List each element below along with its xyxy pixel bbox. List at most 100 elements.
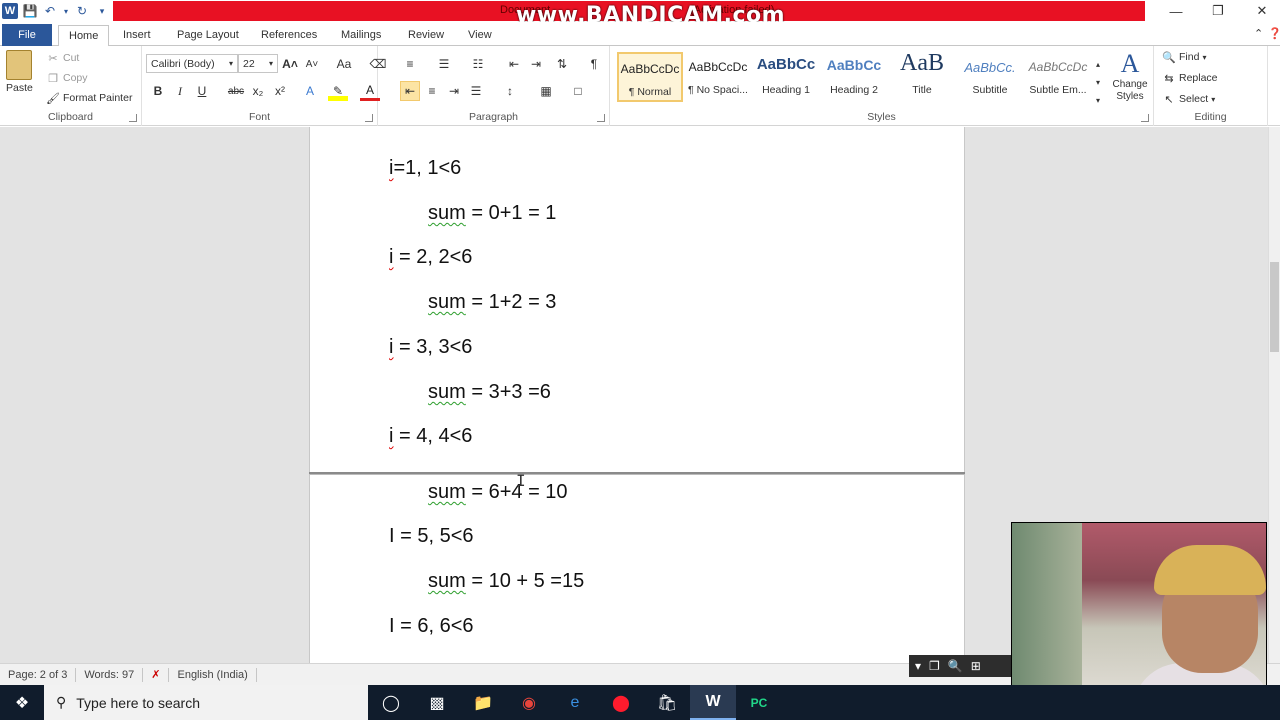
redo-icon[interactable]: ↻ <box>74 3 90 19</box>
tab-home[interactable]: Home <box>58 25 110 47</box>
shading-icon[interactable]: ▦ <box>536 81 556 101</box>
grow-font-button[interactable]: A˄ <box>280 54 300 74</box>
styles-scroll-down-icon[interactable]: ▾ <box>1092 72 1104 92</box>
opera-icon[interactable]: ⬤ <box>598 685 644 720</box>
justify-icon[interactable]: ☰ <box>466 81 486 101</box>
cmd-icon[interactable]: ▩ <box>414 685 460 720</box>
word-count[interactable]: Words: 97 <box>76 667 144 682</box>
pycharm-icon[interactable]: PC <box>736 685 782 720</box>
document-line[interactable]: i = 2, 2<6 <box>389 246 472 269</box>
change-case-button[interactable]: Aa <box>330 54 358 74</box>
style-no-spacing[interactable]: AaBbCcDc ¶ No Spaci... <box>685 52 751 102</box>
font-color-button[interactable]: A <box>360 81 380 101</box>
file-explorer-icon[interactable]: 📁 <box>460 685 506 720</box>
document-line[interactable]: i=1, 1<6 <box>389 157 461 180</box>
styles-scroll-up-icon[interactable]: ▴ <box>1092 54 1104 74</box>
customize-qat-icon[interactable]: ▾ <box>94 3 110 19</box>
word-icon[interactable]: W <box>690 685 736 720</box>
strikethrough-button[interactable]: abc <box>224 81 248 101</box>
document-line[interactable]: sum = 10 + 5 =15 <box>428 570 584 593</box>
numbering-icon[interactable]: ☰ <box>434 54 454 74</box>
windows-start-icon[interactable]: ❖ <box>0 685 44 720</box>
close-button[interactable]: ✕ <box>1240 0 1280 22</box>
text-effects-icon[interactable]: A <box>300 81 320 101</box>
font-size-select[interactable]: 22 ▾ <box>238 54 278 73</box>
style-subtitle[interactable]: AaBbCc. Subtitle <box>957 52 1023 102</box>
document-line[interactable]: sum = 1+2 = 3 <box>428 291 556 314</box>
vertical-scrollbar[interactable] <box>1268 127 1280 663</box>
decrease-indent-icon[interactable]: ⇤ <box>504 54 524 74</box>
chrome-icon[interactable]: ◉ <box>506 685 552 720</box>
tab-insert[interactable]: Insert <box>113 25 161 46</box>
align-left-icon[interactable]: ⇤ <box>400 81 420 101</box>
clipboard-launcher-icon[interactable] <box>129 114 137 122</box>
word-logo-icon[interactable]: W <box>2 3 18 19</box>
subscript-button[interactable]: x₂ <box>248 81 268 101</box>
select-button[interactable]: ↖ Select ▾ <box>1162 92 1215 106</box>
help-icon[interactable]: ❓ <box>1258 24 1280 45</box>
document-line[interactable]: sum = 0+1 = 1 <box>428 202 556 225</box>
italic-button[interactable]: I <box>170 81 190 101</box>
highlight-icon[interactable]: ✎ <box>328 81 348 101</box>
bold-button[interactable]: B <box>148 81 168 101</box>
replace-button[interactable]: ⇆ Replace <box>1162 71 1217 85</box>
cortana-icon[interactable]: ◯ <box>368 685 414 720</box>
tab-file[interactable]: File <box>2 24 52 46</box>
tab-mailings[interactable]: Mailings <box>331 25 391 46</box>
tab-review[interactable]: Review <box>398 25 454 46</box>
find-button[interactable]: 🔍 Find ▾ <box>1162 50 1206 64</box>
align-right-icon[interactable]: ⇥ <box>444 81 464 101</box>
document-line[interactable]: I = 6, 6<6 <box>389 615 474 638</box>
align-center-icon[interactable]: ≡ <box>422 81 442 101</box>
dropdown-icon[interactable]: ▾ <box>62 3 70 19</box>
document-line[interactable]: sum = 6+4 = 10 <box>428 481 568 504</box>
style-title[interactable]: AaB Title <box>889 50 955 102</box>
view-dropdown-icon[interactable]: ▾ <box>915 659 921 673</box>
underline-button[interactable]: U <box>192 81 212 101</box>
styles-launcher-icon[interactable] <box>1141 114 1149 122</box>
minimize-button[interactable]: — <box>1154 0 1198 22</box>
store-icon[interactable]: 🛍 <box>644 685 690 720</box>
multilevel-list-icon[interactable]: ☷ <box>468 54 488 74</box>
show-formatting-button[interactable]: ¶ <box>584 54 604 74</box>
tab-page-layout[interactable]: Page Layout <box>167 25 249 46</box>
bullets-icon[interactable]: ≡ <box>400 54 420 74</box>
styles-more-icon[interactable]: ▾ <box>1092 90 1104 110</box>
paragraph-launcher-icon[interactable] <box>597 114 605 122</box>
document-line[interactable]: i = 3, 3<6 <box>389 336 472 359</box>
font-launcher-icon[interactable] <box>365 114 373 122</box>
font-family-select[interactable]: Calibri (Body) ▾ <box>146 54 238 73</box>
cut-button[interactable]: ✂ Cut <box>46 51 79 65</box>
shrink-font-button[interactable]: A˅ <box>302 54 322 74</box>
document-line[interactable]: I = 5, 5<6 <box>389 525 474 548</box>
style-normal[interactable]: AaBbCcDc ¶ Normal <box>617 52 683 102</box>
document-line[interactable]: i = 4, 4<6 <box>389 425 472 448</box>
zoom-icon[interactable]: 🔍 <box>948 659 963 673</box>
save-icon[interactable]: 💾 <box>22 3 38 19</box>
taskbar-search[interactable]: ⚲ Type here to search <box>44 685 368 720</box>
style-subtle-emphasis[interactable]: AaBbCcDc Subtle Em... <box>1025 52 1091 102</box>
restore-button[interactable]: ❐ <box>1196 0 1240 22</box>
language[interactable]: English (India) <box>169 667 257 682</box>
copy-button[interactable]: ❐ Copy <box>46 71 87 85</box>
crop-icon[interactable]: ⊞ <box>971 659 981 673</box>
tab-view[interactable]: View <box>458 25 502 46</box>
superscript-button[interactable]: x² <box>270 81 290 101</box>
line-spacing-icon[interactable]: ↕ <box>500 81 520 101</box>
page-count[interactable]: Page: 2 of 3 <box>0 667 77 682</box>
sort-icon[interactable]: ⇅ <box>552 54 572 74</box>
edge-icon[interactable]: e <box>552 685 598 720</box>
full-screen-icon[interactable]: ❐ <box>929 659 940 673</box>
increase-indent-icon[interactable]: ⇥ <box>526 54 546 74</box>
borders-icon[interactable]: □ <box>568 81 588 101</box>
style-heading-1[interactable]: AaBbCc Heading 1 <box>753 52 819 102</box>
document-line[interactable]: sum = 3+3 =6 <box>428 381 551 404</box>
change-styles-button[interactable]: A Change Styles <box>1108 50 1152 103</box>
undo-icon[interactable]: ↶ <box>42 3 58 19</box>
proofing-icon[interactable]: ✗ <box>143 667 170 682</box>
tab-references[interactable]: References <box>251 25 327 46</box>
format-painter-button[interactable]: 🖌 Format Painter <box>46 91 132 105</box>
scrollbar-thumb[interactable] <box>1270 262 1279 352</box>
style-heading-2[interactable]: AaBbCc Heading 2 <box>821 52 887 102</box>
paste-button[interactable]: Paste <box>6 50 33 94</box>
